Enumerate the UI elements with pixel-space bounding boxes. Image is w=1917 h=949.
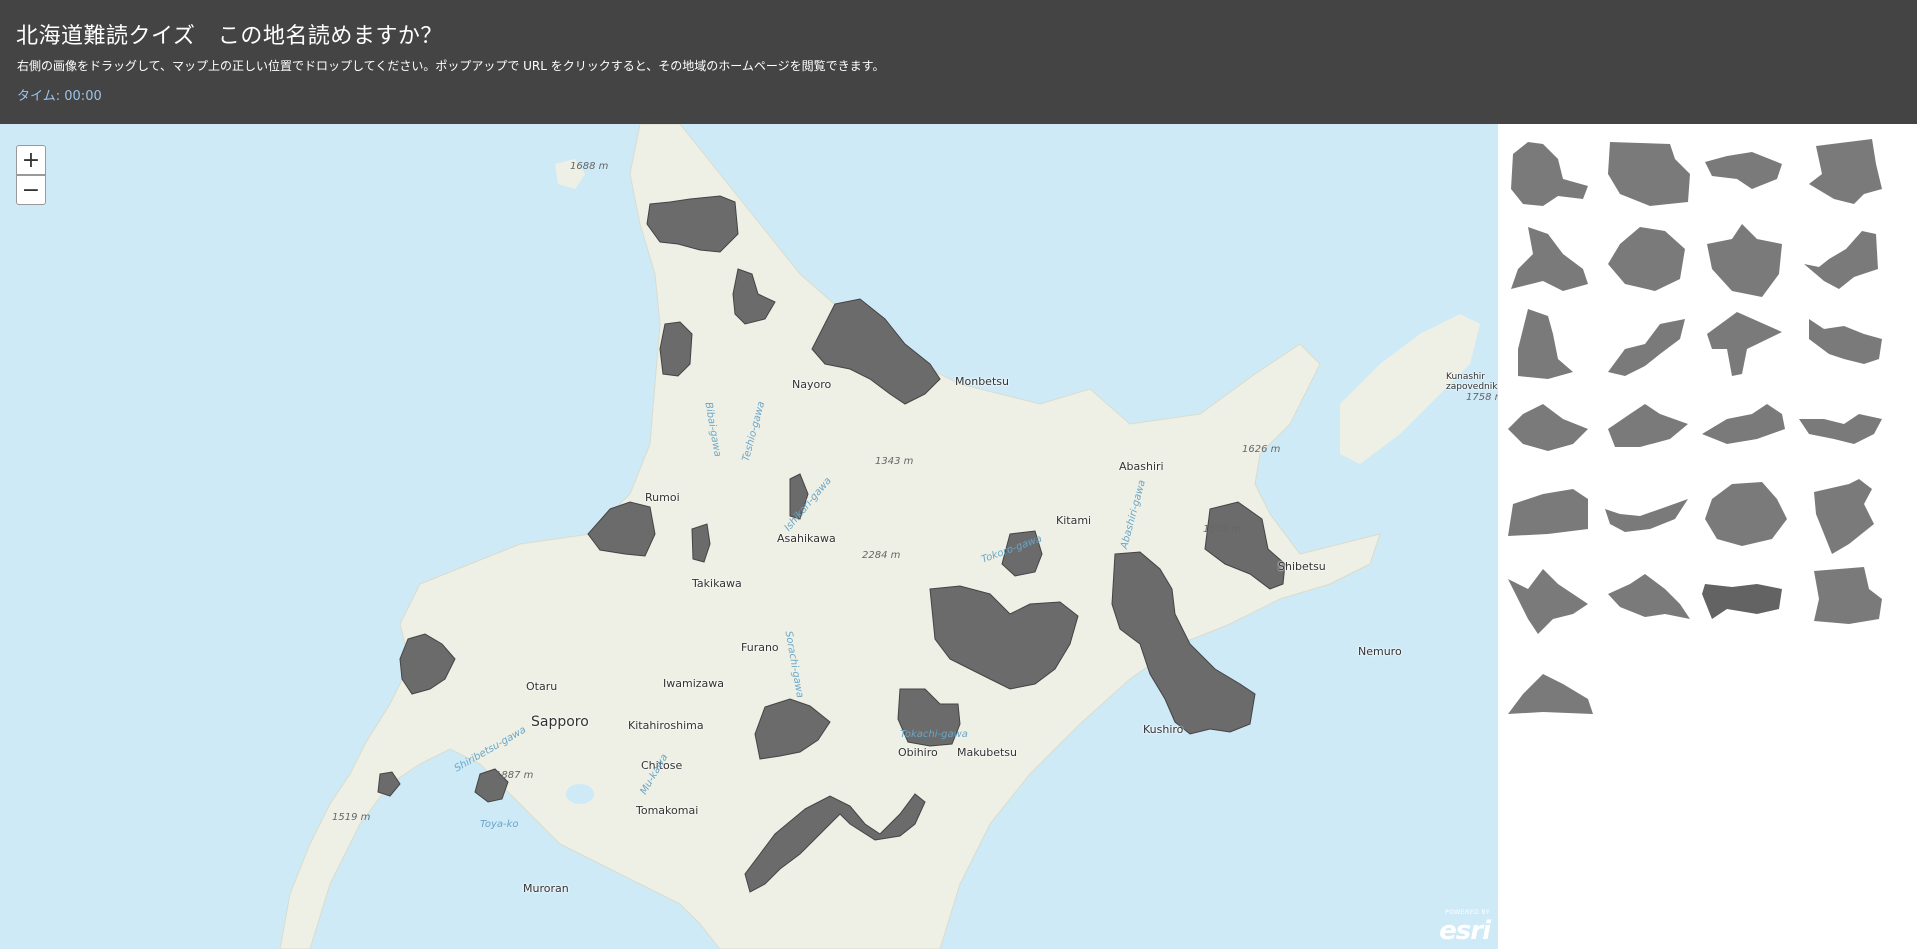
puzzle-piece[interactable]	[1794, 304, 1890, 384]
puzzle-piece[interactable]	[1794, 474, 1890, 554]
puzzle-piece[interactable]	[1600, 304, 1696, 384]
lake	[506, 124, 534, 134]
esri-wordmark: esri	[1439, 916, 1491, 946]
puzzle-piece[interactable]	[1503, 134, 1599, 214]
puzzle-piece[interactable]	[1697, 389, 1793, 469]
elevation-label: 1887 m	[495, 770, 534, 781]
puzzle-piece[interactable]	[1503, 219, 1599, 299]
city-label-furano: Furano	[741, 641, 779, 654]
header-bar: 北海道難読クイズ この地名読めますか？ 右側の画像をドラッグして、マップ上の正し…	[0, 0, 1917, 124]
timer-label: タイム:	[17, 89, 61, 104]
puzzle-piece[interactable]	[1503, 559, 1599, 639]
city-label-makubetsu: Makubetsu	[957, 746, 1018, 759]
puzzle-piece[interactable]	[1503, 389, 1599, 469]
city-label-takikawa: Takikawa	[692, 577, 742, 590]
river-label: Toya-ko	[480, 819, 519, 830]
puzzle-piece[interactable]	[1697, 304, 1793, 384]
page-title: 北海道難読クイズ この地名読めますか？	[16, 24, 443, 49]
timer: タイム: 00:00	[17, 85, 102, 104]
zoom-in-button[interactable]: +	[16, 145, 46, 175]
city-label-asahikawa: Asahikawa	[777, 532, 836, 545]
zoom-out-button[interactable]: −	[16, 175, 46, 205]
elevation-label: 1688 m	[570, 161, 609, 172]
city-label-nemuro: Nemuro	[1358, 645, 1402, 658]
city-label-muroran: Muroran	[523, 882, 569, 895]
puzzle-piece[interactable]	[1503, 474, 1599, 554]
city-label-iwamizawa: Iwamizawa	[663, 677, 725, 690]
city-label-kushiro: Kushiro	[1143, 723, 1184, 736]
lake-shikotsu	[566, 784, 594, 804]
elevation-label: 1505 m	[1203, 524, 1242, 535]
city-label-monbetsu: Monbetsu	[955, 375, 1009, 388]
elevation-label: 1626 m	[1242, 444, 1281, 455]
elevation-label: 1343 m	[875, 456, 914, 467]
city-label-kitami: Kitami	[1056, 514, 1092, 527]
map-view[interactable]: + − Nayoro Monbetsu Abashiri Rumoi Asahi…	[0, 124, 1498, 949]
city-label-rumoi: Rumoi	[645, 491, 680, 504]
puzzle-piece[interactable]	[1697, 219, 1793, 299]
puzzle-pieces-panel	[1498, 124, 1917, 949]
region-6	[587, 501, 656, 557]
puzzle-piece[interactable]	[1697, 474, 1793, 554]
puzzle-piece[interactable]	[1794, 389, 1890, 469]
puzzle-piece[interactable]	[1794, 134, 1890, 214]
elevation-label: 2284 m	[862, 550, 901, 561]
puzzle-piece[interactable]	[1600, 219, 1696, 299]
puzzle-piece[interactable]	[1503, 304, 1599, 384]
puzzle-piece[interactable]	[1600, 474, 1696, 554]
esri-powered-by: POWERED BY	[1444, 909, 1490, 916]
basemap	[279, 124, 1480, 949]
city-label-shibetsu: Shibetsu	[1278, 560, 1326, 573]
city-label-tomakomai: Tomakomai	[636, 804, 699, 817]
puzzle-piece[interactable]	[1503, 644, 1599, 724]
puzzle-piece[interactable]	[1697, 134, 1793, 214]
timer-value: 00:00	[64, 89, 102, 104]
city-label-abashiri: Abashiri	[1119, 460, 1164, 473]
city-label-kitahiroshima: Kitahiroshima	[628, 719, 704, 732]
puzzle-piece[interactable]	[1794, 219, 1890, 299]
elevation-label: 1758 m	[1466, 392, 1498, 403]
puzzle-piece[interactable]	[1600, 389, 1696, 469]
esri-attribution-logo: POWERED BY esri	[1430, 909, 1491, 946]
city-label-obihiro: Obihiro	[898, 746, 938, 759]
river-label: Tokachi-gawa	[900, 729, 968, 740]
instructions-text: 右側の画像をドラッグして、マップ上の正しい位置でドロップしてください。ポップアッ…	[17, 59, 885, 73]
puzzle-piece[interactable]	[1600, 559, 1696, 639]
city-label-nayoro: Nayoro	[792, 378, 832, 391]
puzzle-piece[interactable]	[1600, 134, 1696, 214]
label-kunashir: Kunashir zapovednik	[1446, 372, 1498, 392]
elevation-label: 1519 m	[332, 812, 371, 823]
puzzle-piece[interactable]	[1794, 559, 1890, 639]
puzzle-piece[interactable]	[1697, 559, 1793, 639]
city-label-sapporo: Sapporo	[531, 714, 589, 730]
city-label-otaru: Otaru	[526, 680, 558, 693]
